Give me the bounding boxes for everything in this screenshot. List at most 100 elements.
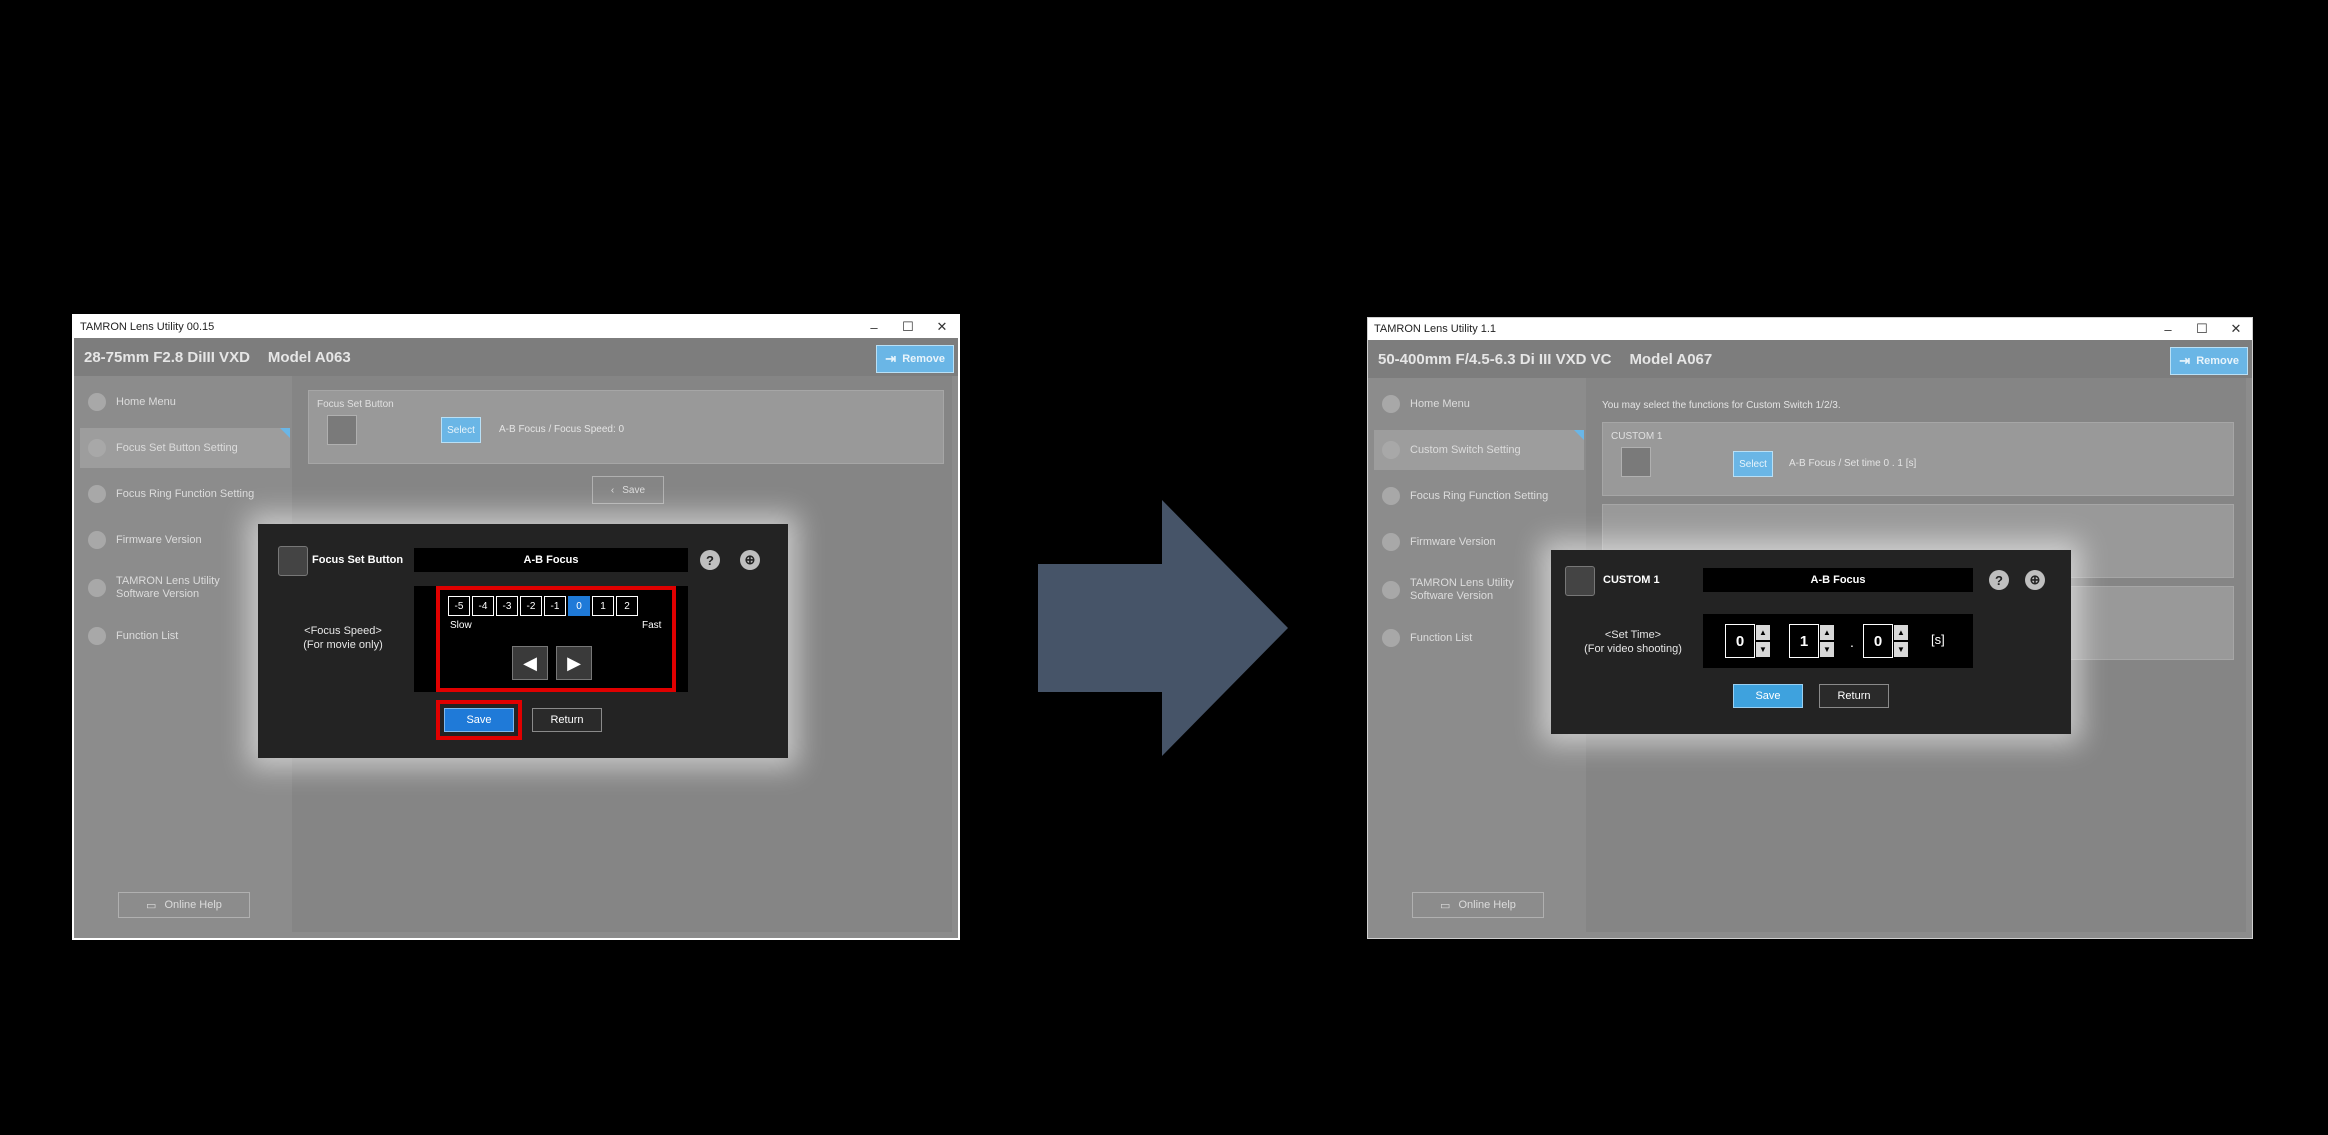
spin-up-icon[interactable]: ▲ — [1819, 624, 1835, 641]
help-icon[interactable]: ? — [700, 550, 720, 570]
left-window-title: TAMRON Lens Utility 00.15 — [80, 321, 215, 333]
left-titlebar: TAMRON Lens Utility 00.15 – ☐ ✕ — [74, 316, 958, 338]
digit-value[interactable]: 0 — [1725, 624, 1755, 658]
minimize-icon[interactable]: – — [2162, 322, 2174, 337]
sidebar-item-custom-switch[interactable]: Custom Switch Setting — [1374, 430, 1584, 470]
switch-thumb — [1621, 447, 1651, 477]
online-help-label: Online Help — [164, 899, 222, 911]
lens-model: Model A067 — [1629, 350, 1713, 368]
set-time-digit-3[interactable]: 0 ▲ ▼ — [1863, 624, 1909, 658]
sidebar-item-label: TAMRON Lens Utility — [1410, 577, 1514, 589]
sidebar-item-label: Function List — [116, 630, 179, 642]
sidebar-item-label: Focus Ring Function Setting — [116, 488, 255, 500]
lens-name: 28-75mm F2.8 DiIII VXD — [84, 348, 250, 366]
save-arrow-icon: ‹ — [610, 484, 615, 496]
list-icon — [88, 627, 106, 645]
select-button[interactable]: Select — [1733, 451, 1773, 477]
param-label: <Set Time> — [1604, 629, 1662, 641]
digit-value[interactable]: 1 — [1789, 624, 1819, 658]
select-button[interactable]: Select — [441, 417, 481, 443]
sidebar-item-home[interactable]: Home Menu — [1374, 384, 1584, 424]
minimize-icon[interactable]: – — [868, 320, 880, 335]
spin-up-icon[interactable]: ▲ — [1755, 624, 1771, 641]
sidebar-item-label: TAMRON Lens Utility — [116, 575, 220, 587]
online-help-button[interactable]: ▭ Online Help — [118, 892, 250, 918]
sidebar-item-focus-ring[interactable]: Focus Ring Function Setting — [80, 474, 290, 514]
intro-text: You may select the functions for Custom … — [1602, 400, 1841, 411]
globe-icon[interactable]: ⊕ — [740, 550, 760, 570]
digit-value[interactable]: 0 — [1863, 624, 1893, 658]
help-icon[interactable]: ? — [1989, 570, 2009, 590]
sidebar-item-label: Home Menu — [1410, 398, 1470, 410]
function-value-bar[interactable]: A-B Focus — [1703, 568, 1973, 592]
card-label: CUSTOM 1 — [1611, 431, 1663, 442]
maximize-icon[interactable]: ☐ — [2196, 321, 2208, 337]
online-help-label: Online Help — [1458, 899, 1516, 911]
spin-down-icon[interactable]: ▼ — [1819, 641, 1835, 658]
help-window-icon: ▭ — [146, 899, 157, 912]
firmware-icon — [88, 531, 106, 549]
save-highlight-box — [436, 700, 522, 740]
sidebar-item-label: Firmware Version — [1410, 536, 1496, 548]
maximize-icon[interactable]: ☐ — [902, 319, 914, 335]
dialog-title: CUSTOM 1 — [1603, 574, 1660, 586]
sidebar-item-label-2: Software Version — [116, 588, 200, 600]
focus-ring-icon — [1382, 487, 1400, 505]
custom-1-card: CUSTOM 1 Select A-B Focus / Set time 0 .… — [1602, 422, 2234, 496]
sidebar-item-label: Focus Ring Function Setting — [1410, 490, 1549, 502]
custom-1-dialog: CUSTOM 1 A-B Focus ? ⊕ <Set Time> (For v… — [1551, 550, 2071, 734]
right-titlebar: TAMRON Lens Utility 1.1 – ☐ ✕ — [1368, 318, 2252, 340]
sidebar-item-home[interactable]: Home Menu — [80, 382, 290, 422]
remove-label: Remove — [902, 353, 945, 365]
home-icon — [88, 393, 106, 411]
remove-button[interactable]: ⇥ Remove — [876, 345, 954, 373]
transition-arrow-icon — [1038, 500, 1288, 756]
spin-down-icon[interactable]: ▼ — [1893, 641, 1909, 658]
close-icon[interactable]: ✕ — [2230, 321, 2242, 337]
save-button[interactable]: Save — [1733, 684, 1803, 708]
list-icon — [1382, 629, 1400, 647]
info-icon — [1382, 581, 1400, 599]
sidebar-item-label: Home Menu — [116, 396, 176, 408]
right-window-title: TAMRON Lens Utility 1.1 — [1374, 323, 1497, 335]
return-button[interactable]: Return — [532, 708, 602, 732]
home-icon — [1382, 395, 1400, 413]
dialog-title: Focus Set Button — [312, 554, 404, 566]
return-button[interactable]: Return — [1819, 684, 1889, 708]
spin-up-icon[interactable]: ▲ — [1893, 624, 1909, 641]
remove-icon: ⇥ — [885, 351, 897, 366]
decimal-point: . — [1850, 634, 1854, 650]
function-value-bar[interactable]: A-B Focus — [414, 548, 688, 572]
focus-set-button-card: Focus Set Button Select A-B Focus / Focu… — [308, 390, 944, 464]
remove-button[interactable]: ⇥ Remove — [2170, 347, 2248, 375]
sidebar-item-label: Custom Switch Setting — [1410, 444, 1521, 456]
info-icon — [88, 579, 106, 597]
card-description: A-B Focus / Set time 0 . 1 [s] — [1789, 458, 1917, 469]
time-unit: [s] — [1931, 632, 1945, 647]
close-icon[interactable]: ✕ — [936, 319, 948, 335]
lens-model: Model A063 — [267, 348, 351, 366]
set-time-digit-2[interactable]: 1 ▲ ▼ — [1789, 624, 1835, 658]
remove-label: Remove — [2196, 355, 2239, 367]
sidebar-item-label: Function List — [1410, 632, 1473, 644]
focus-button-thumb — [327, 415, 357, 445]
sidebar-item-focus-ring[interactable]: Focus Ring Function Setting — [1374, 476, 1584, 516]
set-time-digit-1[interactable]: 0 ▲ ▼ — [1725, 624, 1771, 658]
online-help-button[interactable]: ▭ Online Help — [1412, 892, 1544, 918]
globe-icon[interactable]: ⊕ — [2025, 570, 2045, 590]
left-lens-header: 28-75mm F2.8 DiIII VXD Model A063 ⇥ Remo… — [74, 338, 958, 376]
sidebar-item-label: Focus Set Button Setting — [116, 442, 238, 454]
ghost-save-button[interactable]: ‹ Save — [592, 476, 664, 504]
sidebar-item-label: Firmware Version — [116, 534, 202, 546]
firmware-icon — [1382, 533, 1400, 551]
remove-icon: ⇥ — [2179, 353, 2191, 368]
focus-button-icon — [278, 546, 308, 576]
sidebar-item-label-2: Software Version — [1410, 590, 1494, 602]
card-description: A-B Focus / Focus Speed: 0 — [499, 424, 625, 435]
focus-ring-icon — [88, 485, 106, 503]
card-label: Focus Set Button — [317, 399, 394, 410]
param-label: <Focus Speed> — [304, 625, 382, 637]
lens-name: 50-400mm F/4.5-6.3 Di III VXD VC — [1378, 350, 1612, 368]
sidebar-item-focus-set-button[interactable]: Focus Set Button Setting — [80, 428, 290, 468]
spin-down-icon[interactable]: ▼ — [1755, 641, 1771, 658]
